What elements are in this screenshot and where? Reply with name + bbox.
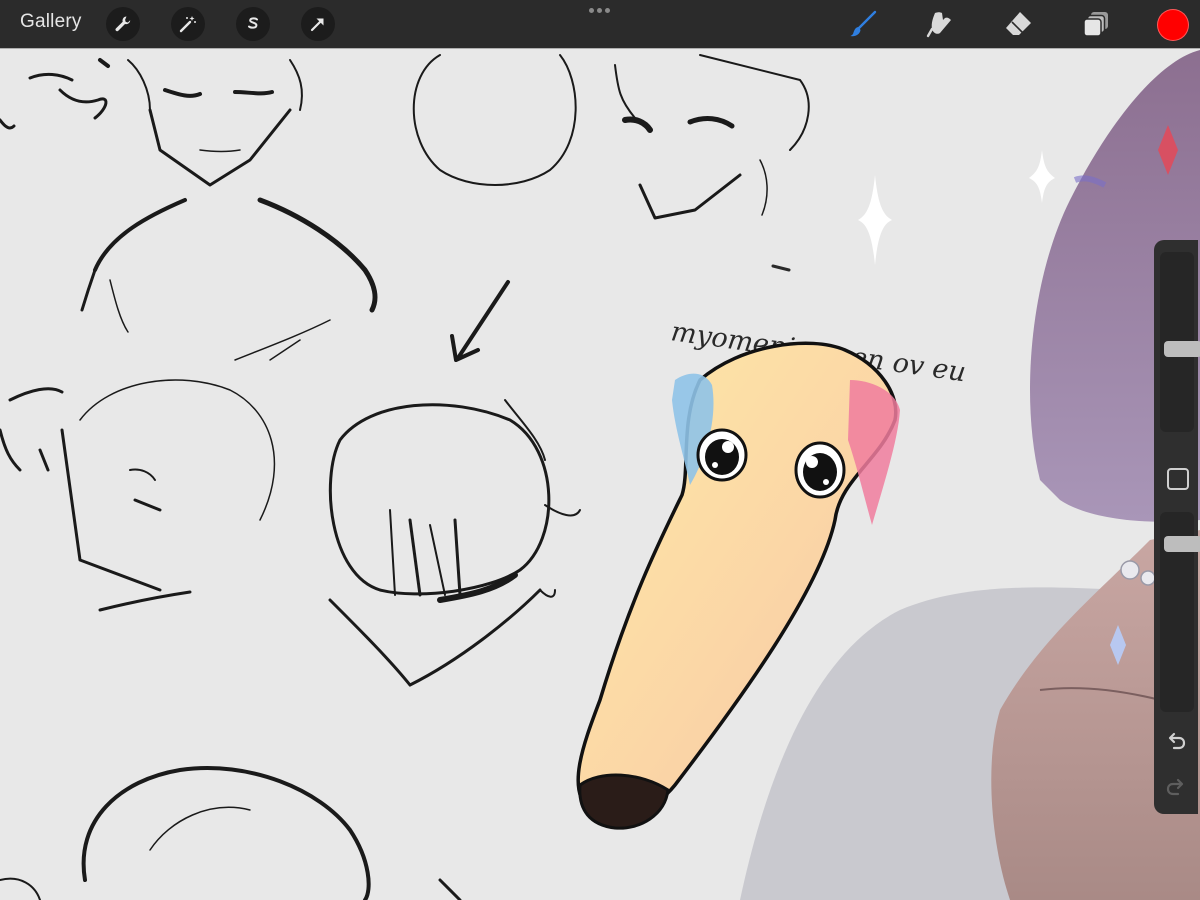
undo-button[interactable]: [1164, 728, 1188, 752]
gallery-button[interactable]: Gallery: [20, 11, 82, 33]
brush-size-thumb[interactable]: [1164, 341, 1200, 357]
modify-button[interactable]: [1167, 468, 1189, 490]
sparkle-icon: [858, 175, 892, 265]
layers-button[interactable]: [1080, 8, 1112, 40]
selection-s-icon: [248, 17, 258, 29]
adjustments-button[interactable]: [171, 7, 205, 41]
brush-sidebar: [1154, 240, 1200, 814]
smudge-icon: [926, 12, 951, 38]
eraser-icon: [1006, 12, 1031, 35]
layers-icon: [1083, 12, 1108, 37]
brush-size-slider[interactable]: [1160, 252, 1200, 432]
sparkle-icon: [1029, 150, 1055, 203]
magic-wand-icon: [179, 16, 196, 33]
brush-tool-button[interactable]: [847, 8, 879, 40]
smudge-tool-button[interactable]: [924, 8, 956, 40]
redo-button[interactable]: [1164, 774, 1188, 798]
transform-button[interactable]: [301, 7, 335, 41]
drag-grip-icon[interactable]: [589, 8, 610, 13]
drawing-canvas[interactable]: myomeniyeu en ov eu: [0, 48, 1200, 900]
opacity-slider[interactable]: [1160, 512, 1200, 712]
color-picker-button[interactable]: [1157, 9, 1189, 41]
undo-icon: [1168, 732, 1186, 750]
top-toolbar: Gallery: [0, 0, 1200, 48]
eraser-tool-button[interactable]: [1002, 8, 1034, 40]
opacity-thumb[interactable]: [1164, 536, 1200, 552]
selection-button[interactable]: [236, 7, 270, 41]
redo-icon: [1166, 778, 1184, 796]
brush-icon: [850, 10, 877, 37]
arrow-cursor-icon: [310, 18, 324, 32]
canvas-artwork: myomeniyeu en ov eu: [0, 50, 1200, 900]
wrench-icon: [115, 16, 131, 32]
actions-button[interactable]: [106, 7, 140, 41]
